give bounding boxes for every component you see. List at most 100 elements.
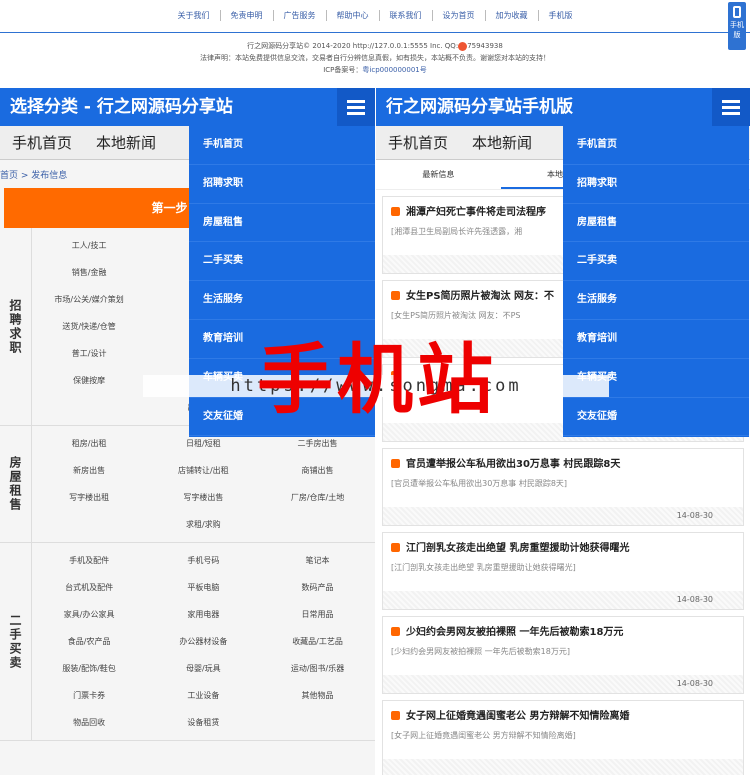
copyright-text: 行之网源码分享站© 2014-2020 http://127.0.0.1:555… (247, 42, 459, 50)
category-items: 租房/出租 日租/短租 二手房出售 新房出售 店铺转让/出租 商铺出售 写字楼出租 写字楼出售… (32, 426, 375, 542)
top-nav-link[interactable]: 联系我们 (380, 10, 433, 21)
category-link[interactable]: 其他物品 (260, 682, 374, 709)
category-link[interactable] (32, 511, 146, 538)
top-nav-link[interactable]: 帮助中心 (327, 10, 380, 21)
rss-icon (391, 627, 400, 636)
category-link[interactable]: 写字楼出租 (32, 484, 146, 511)
news-title-text[interactable]: 少妇约会男网友被拍裸照 一年先后被勒索18万元 (406, 627, 623, 638)
top-nav-link[interactable]: 加为收藏 (486, 10, 539, 21)
menu-item[interactable]: 生活服务 (563, 281, 749, 320)
category-link[interactable]: 写字楼出售 (146, 484, 260, 511)
category-link[interactable]: 食品/农产品 (32, 628, 146, 655)
menu-item[interactable]: 交友征婚 (563, 398, 749, 437)
news-summary: [女子网上征婚竟遇闺蜜老公 男方辩解不知情险离婚] (391, 731, 576, 740)
category-label: 房屋租售 (0, 426, 32, 542)
menu-item[interactable]: 二手买卖 (189, 242, 375, 282)
category-link[interactable]: 手机号码 (146, 547, 260, 574)
news-item[interactable]: 江门剖乳女孩走出绝望 乳房重塑援助计她获得曙光 [江门剖乳女孩走出绝望 乳房重塑援… (382, 532, 744, 610)
category-link[interactable]: 店铺转让/出租 (146, 457, 260, 484)
news-item[interactable]: 官员遭举报公车私用欲出30万息事 村民跟踪8天 [官员遭举报公车私用欲出30万息事… (382, 448, 744, 526)
screenshot-root: 关于我们 免责申明 广告服务 帮助中心 联系我们 设为首页 加为收藏 手机版 手机版 行之网源… (0, 0, 750, 775)
category-link[interactable]: 工人/技工 (32, 232, 146, 259)
category-link[interactable]: 商铺出售 (260, 457, 374, 484)
subnav-local-news[interactable]: 本地新闻 (84, 126, 168, 160)
icp-line: ICP备案号：粤icp000000001号 (0, 64, 750, 76)
news-title[interactable]: 官员遭举报公车私用欲出30万息事 村民跟踪8天 (391, 455, 735, 470)
icp-link[interactable]: 粤icp000000001号 (362, 66, 426, 74)
category-link[interactable]: 设备租赁 (146, 709, 260, 736)
news-title[interactable]: 江门剖乳女孩走出绝望 乳房重塑援助计她获得曙光 (391, 539, 735, 554)
category-link[interactable]: 家用电器 (146, 601, 260, 628)
news-item[interactable]: 女子网上征婚竟遇闺蜜老公 男方辩解不知情险离婚 [女子网上征婚竟遇闺蜜老公 男方辩… (382, 700, 744, 775)
category-link[interactable]: 门票卡券 (32, 682, 146, 709)
menu-item[interactable]: 教育培训 (563, 320, 749, 359)
category-link[interactable]: 收藏品/工艺品 (260, 628, 374, 655)
category-link[interactable]: 工业设备 (146, 682, 260, 709)
category-link[interactable] (260, 709, 374, 736)
menu-button[interactable] (337, 88, 375, 126)
news-title-text[interactable]: 女生PS简历照片被淘汰 网友：不 (406, 291, 554, 302)
mobile-badge-label: 手机版 (730, 21, 744, 39)
news-title-text[interactable]: 女子网上征婚竟遇闺蜜老公 男方辩解不知情险离婚 (406, 711, 629, 722)
menu-button[interactable] (712, 88, 750, 126)
category-link[interactable]: 租房/出租 (32, 430, 146, 457)
category-link[interactable]: 办公器材设备 (146, 628, 260, 655)
category-link[interactable]: 运动/图书/乐器 (260, 655, 374, 682)
category-link[interactable]: 厂房/仓库/土地 (260, 484, 374, 511)
category-link[interactable]: 数码产品 (260, 574, 374, 601)
subnav-home[interactable]: 手机首页 (0, 126, 84, 160)
menu-item[interactable]: 手机首页 (563, 126, 749, 165)
subnav-home[interactable]: 手机首页 (376, 126, 460, 160)
category-link[interactable]: 市场/公关/媒介策划 (32, 286, 146, 313)
top-nav-link[interactable]: 免责申明 (221, 10, 274, 21)
menu-item[interactable]: 生活服务 (189, 281, 375, 320)
menu-item[interactable]: 招聘求职 (563, 165, 749, 204)
category-link[interactable]: 求租/求购 (146, 511, 260, 538)
tab-latest[interactable]: 最新信息 (376, 160, 501, 189)
page-title: 选择分类 - 行之网源码分享站 (10, 97, 233, 117)
category-link[interactable]: 送货/快递/仓管 (32, 313, 146, 340)
news-summary: [江门剖乳女孩走出绝望 乳房重塑援助让她获得曙光] (391, 563, 576, 572)
category-link[interactable] (32, 394, 146, 421)
subnav-local-news[interactable]: 本地新闻 (460, 126, 544, 160)
footer-info: 行之网源码分享站© 2014-2020 http://127.0.0.1:555… (0, 40, 750, 76)
news-title-text[interactable]: 湘潭产妇死亡事件将走司法程序 (406, 207, 546, 218)
menu-item[interactable]: 招聘求职 (189, 165, 375, 204)
category-link[interactable]: 日常用品 (260, 601, 374, 628)
category-link[interactable]: 台式机及配件 (32, 574, 146, 601)
news-title[interactable]: 少妇约会男网友被拍裸照 一年先后被勒索18万元 (391, 623, 735, 638)
news-title-text[interactable]: 江门剖乳女孩走出绝望 乳房重塑援助计她获得曙光 (406, 543, 629, 554)
category-link[interactable]: 母婴/玩具 (146, 655, 260, 682)
mobile-home-panel: 行之网源码分享站手机版 手机首页本地新闻 最新信息本地新闻 湘潭产妇死亡事件将走… (376, 88, 750, 775)
category-group: 房屋租售 租房/出租 日租/短租 二手房出售 新房出售 店铺转让/出租 商铺出售 写字楼出租写… (0, 426, 375, 543)
category-link[interactable]: 保健按摩 (32, 367, 146, 394)
top-nav-link[interactable]: 设为首页 (433, 10, 486, 21)
category-link[interactable]: 平板电脑 (146, 574, 260, 601)
category-link[interactable]: 笔记本 (260, 547, 374, 574)
category-link[interactable]: 物品回收 (32, 709, 146, 736)
category-link[interactable]: 销售/金融 (32, 259, 146, 286)
news-summary: [少妇约会男网友被拍裸照 一年先后被勒索18万元] (391, 647, 570, 656)
phone-icon (733, 6, 741, 18)
news-title-text[interactable]: 官员遭举报公车私用欲出30万息事 村民跟踪8天 (406, 459, 620, 470)
menu-item[interactable]: 二手买卖 (563, 242, 749, 282)
news-title[interactable]: 女子网上征婚竟遇闺蜜老公 男方辩解不知情险离婚 (391, 707, 735, 722)
menu-item[interactable]: 手机首页 (189, 126, 375, 165)
category-link[interactable]: 手机及配件 (32, 547, 146, 574)
category-link[interactable] (260, 511, 374, 538)
top-nav-link[interactable]: 手机版 (539, 10, 583, 21)
category-label: 招聘求职 (0, 228, 32, 425)
qq-number[interactable]: 75943938 (467, 42, 503, 50)
menu-item[interactable]: 房屋租售 (189, 204, 375, 243)
category-label: 二手买卖 (0, 543, 32, 740)
category-link[interactable]: 服装/配饰/鞋包 (32, 655, 146, 682)
menu-icon (722, 112, 740, 115)
menu-icon (722, 106, 740, 109)
top-nav-link[interactable]: 广告服务 (274, 10, 327, 21)
top-nav-link[interactable]: 关于我们 (168, 10, 221, 21)
category-link[interactable]: 普工/设计 (32, 340, 146, 367)
category-link[interactable]: 家具/办公家具 (32, 601, 146, 628)
menu-item[interactable]: 房屋租售 (563, 204, 749, 243)
news-item[interactable]: 少妇约会男网友被拍裸照 一年先后被勒索18万元 [少妇约会男网友被拍裸照 一年先后… (382, 616, 744, 694)
category-link[interactable]: 新房出售 (32, 457, 146, 484)
